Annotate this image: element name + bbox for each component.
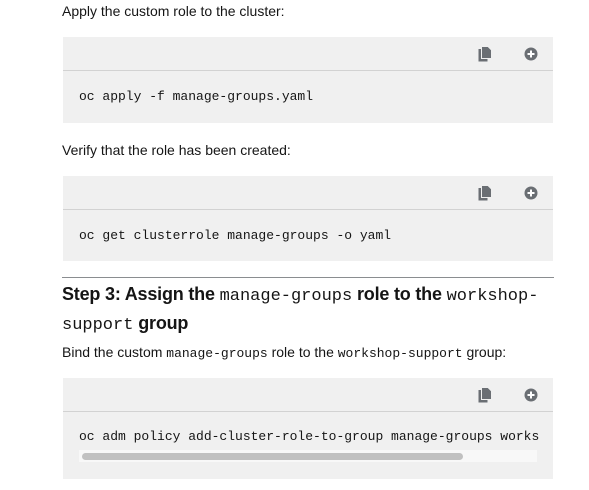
bind-text: group:: [462, 344, 507, 360]
code-command: oc apply -f manage-groups.yaml: [79, 89, 314, 104]
apply-instruction: Apply the custom role to the cluster:: [62, 3, 285, 19]
step3-heading: Step 3: Assign the manage-groups role to…: [62, 281, 562, 339]
section-divider: [62, 277, 554, 278]
verify-instruction: Verify that the role has been created:: [62, 142, 291, 158]
plus-circle-icon: [524, 388, 538, 402]
bind-code-role: manage-groups: [166, 346, 268, 361]
copy-icon: [478, 46, 492, 62]
copy-button[interactable]: [474, 182, 496, 204]
copy-button[interactable]: [474, 43, 496, 65]
heading-text: group: [133, 313, 189, 333]
expand-button[interactable]: [520, 384, 542, 406]
expand-button[interactable]: [520, 43, 542, 65]
code-block-toolbar: [63, 378, 553, 412]
bind-text: role to the: [267, 344, 338, 360]
bind-text: Bind the custom: [62, 344, 167, 360]
copy-button[interactable]: [474, 384, 496, 406]
code-command: oc adm policy add-cluster-role-to-group …: [79, 429, 540, 444]
heading-text: role to the: [352, 284, 447, 304]
code-block-toolbar: [63, 37, 553, 71]
documentation-page: Apply the custom role to the cluster: oc…: [0, 0, 589, 490]
heading-code-role: manage-groups: [219, 287, 353, 306]
plus-circle-icon: [524, 186, 538, 200]
expand-button[interactable]: [520, 182, 542, 204]
code-block-toolbar: [63, 176, 553, 210]
code-block-apply: oc apply -f manage-groups.yaml: [63, 37, 553, 123]
copy-icon: [478, 185, 492, 201]
scrollbar-thumb[interactable]: [82, 453, 463, 460]
bind-code-group: workshop-support: [337, 346, 463, 361]
heading-text: Step 3: Assign the: [62, 284, 220, 304]
code-command: oc get clusterrole manage-groups -o yaml: [79, 228, 392, 243]
code-block-verify: oc get clusterrole manage-groups -o yaml: [63, 176, 553, 261]
bind-instruction: Bind the custom manage-groups role to th…: [62, 343, 506, 363]
plus-circle-icon: [524, 47, 538, 61]
horizontal-scrollbar[interactable]: [79, 450, 537, 462]
code-block-bind: oc adm policy add-cluster-role-to-group …: [63, 378, 553, 479]
copy-icon: [478, 387, 492, 403]
